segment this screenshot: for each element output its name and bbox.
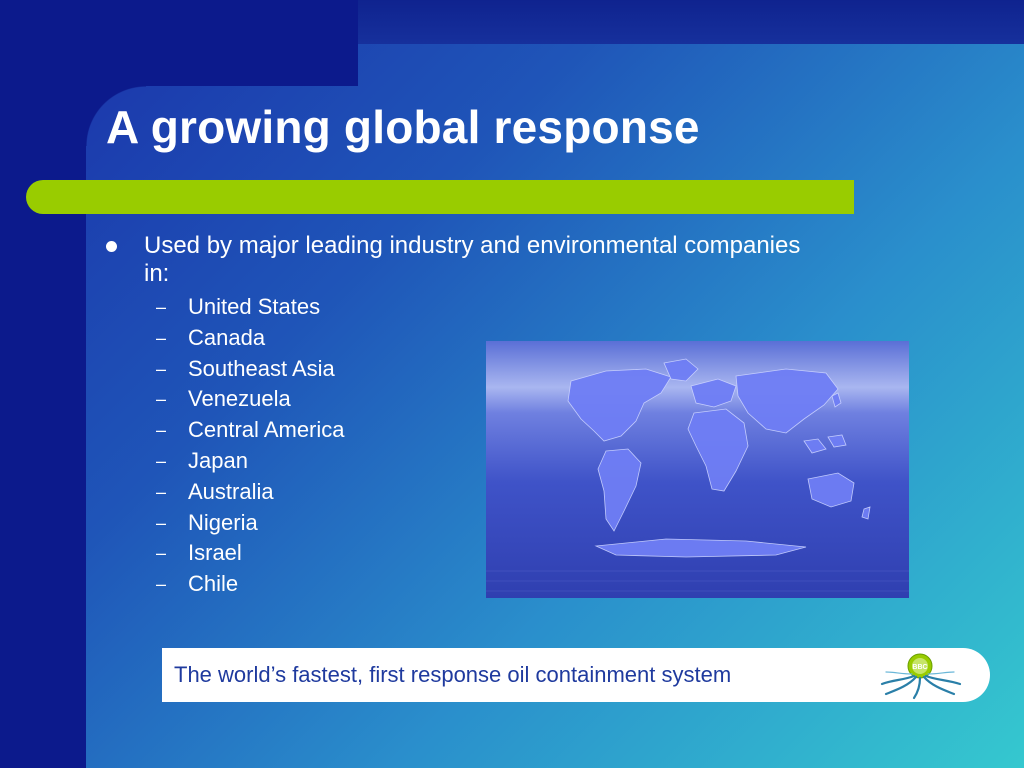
- country-label: Southeast Asia: [188, 355, 335, 381]
- country-label: Venezuela: [188, 386, 291, 412]
- world-map-graphic: [486, 341, 909, 598]
- logo-text: BBC: [912, 664, 927, 671]
- octopus-logo-icon: BBC: [880, 653, 962, 700]
- bullet-dot-icon: [106, 241, 117, 252]
- dash-icon: –: [156, 327, 167, 348]
- dash-icon: –: [156, 420, 167, 441]
- main-bullet-text: Used by major leading industry and envir…: [144, 232, 801, 287]
- dash-icon: –: [156, 389, 167, 410]
- dash-icon: –: [156, 543, 167, 564]
- slide-title: A growing global response: [106, 101, 700, 153]
- dash-icon: –: [156, 450, 167, 471]
- dash-icon: –: [156, 481, 167, 502]
- top-dark-strip: [358, 0, 1024, 44]
- country-label: Israel: [188, 540, 242, 566]
- country-label: Central America: [188, 417, 345, 443]
- country-label: Australia: [188, 478, 274, 504]
- green-divider-bar: [26, 180, 854, 214]
- list-item: – United States: [156, 292, 806, 323]
- tagline-text: The world’s fastest, first response oil …: [174, 662, 732, 687]
- country-label: Chile: [188, 571, 239, 597]
- country-label: United States: [188, 294, 321, 319]
- country-label: Canada: [188, 324, 266, 350]
- dash-icon: –: [156, 574, 167, 595]
- dash-icon: –: [156, 297, 167, 317]
- top-navy-block: [0, 0, 358, 86]
- dash-icon: –: [156, 512, 167, 533]
- country-label: Nigeria: [188, 509, 258, 535]
- dash-icon: –: [156, 358, 167, 379]
- tagline-banner: The world’s fastest, first response oil …: [162, 648, 990, 702]
- world-map-image: [486, 341, 909, 598]
- main-bullet: Used by major leading industry and envir…: [106, 232, 806, 288]
- left-navy-band: [0, 0, 86, 768]
- country-label: Japan: [188, 447, 248, 473]
